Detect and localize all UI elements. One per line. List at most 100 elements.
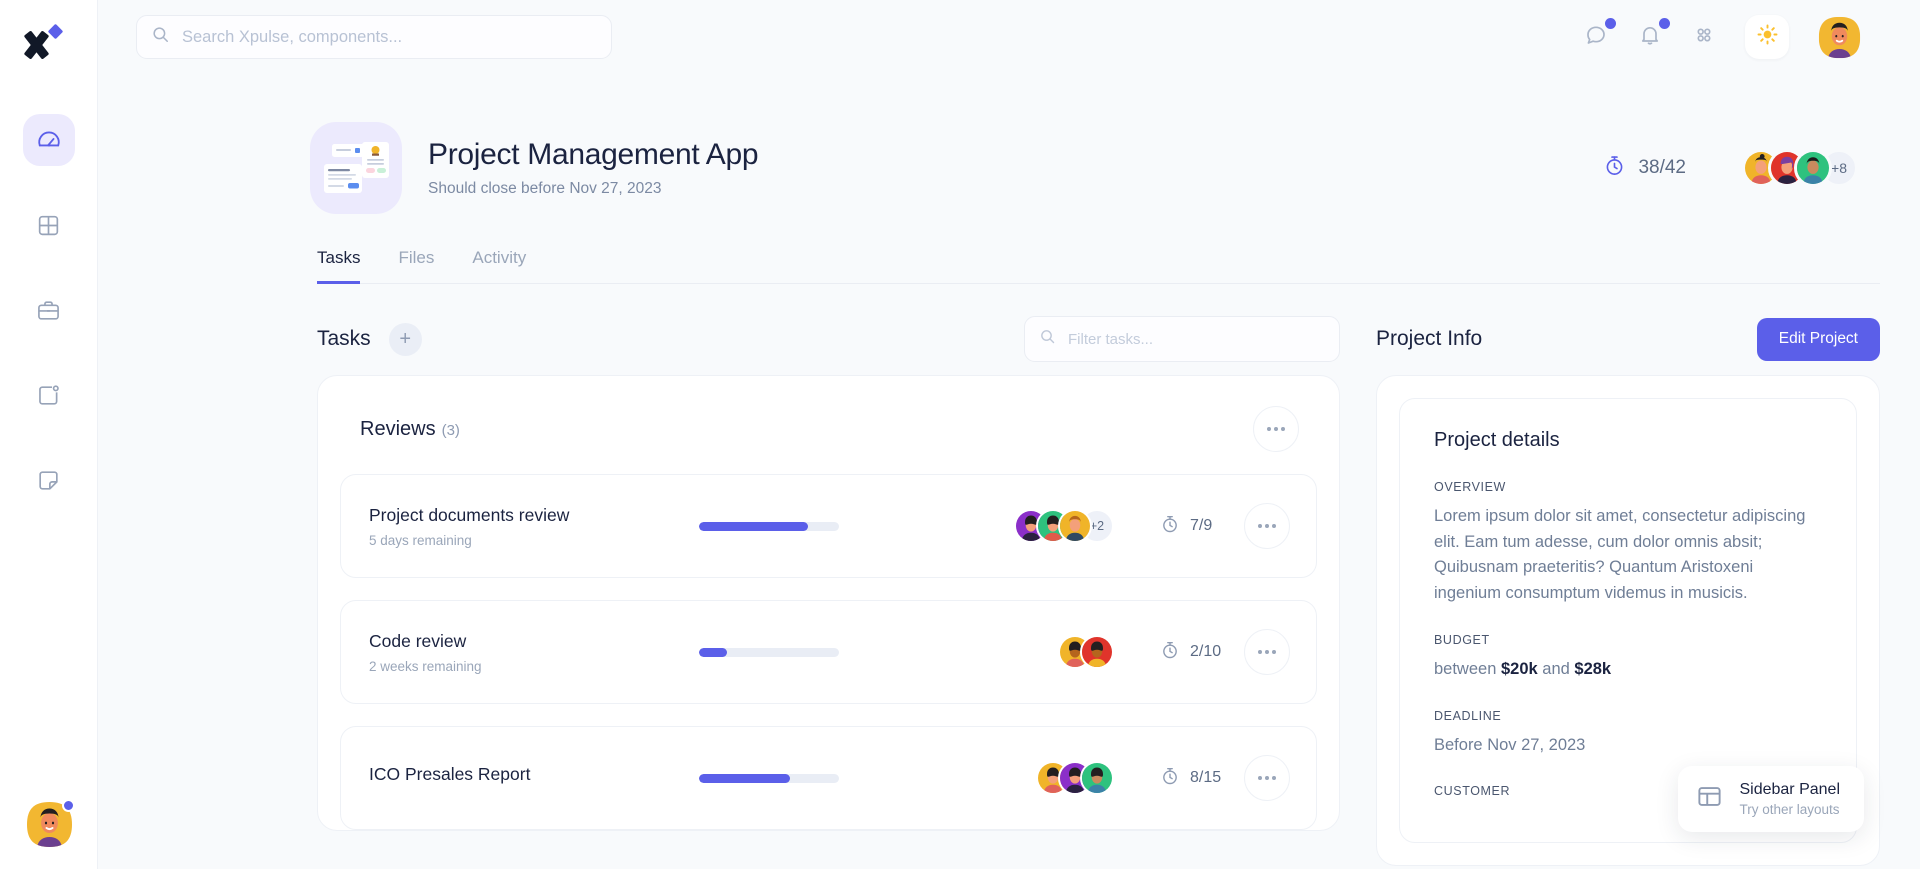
tasks-section-header: Tasks + bbox=[317, 317, 1340, 361]
tasks-title: Tasks bbox=[317, 327, 371, 351]
square-dot-icon bbox=[36, 383, 61, 408]
messages-button[interactable] bbox=[1583, 24, 1609, 50]
field-label: DEADLINE bbox=[1434, 709, 1822, 723]
task-title: Code review bbox=[369, 631, 699, 652]
task-menu-button[interactable] bbox=[1244, 503, 1290, 549]
apps-button[interactable] bbox=[1691, 24, 1717, 50]
sidebar bbox=[0, 0, 98, 869]
sidebar-item-dashboard[interactable] bbox=[23, 114, 75, 166]
filter-tasks[interactable] bbox=[1024, 316, 1340, 362]
task-count: 8/15 bbox=[1160, 766, 1234, 791]
field-deadline: DEADLINE Before Nov 27, 2023 bbox=[1434, 709, 1822, 759]
briefcase-icon bbox=[36, 298, 61, 323]
edit-project-button[interactable]: Edit Project bbox=[1757, 318, 1880, 361]
tasks-column: Tasks + Reviews (3) bbox=[317, 317, 1340, 866]
task-group-menu-button[interactable] bbox=[1253, 406, 1299, 452]
project-thumbnail bbox=[310, 122, 402, 214]
stopwatch-icon bbox=[1160, 766, 1180, 791]
field-label: BUDGET bbox=[1434, 633, 1822, 647]
task-count-value: 2/10 bbox=[1190, 643, 1221, 661]
dot bbox=[1272, 650, 1276, 654]
gauge-icon bbox=[36, 127, 62, 153]
project-header-meta: 38/42 bbox=[1603, 149, 1880, 187]
field-label: OVERVIEW bbox=[1434, 480, 1822, 494]
project-info-title: Project Info bbox=[1376, 327, 1482, 351]
dot bbox=[1258, 776, 1262, 780]
sticky-note-icon bbox=[36, 468, 61, 493]
task-group-panel: Reviews (3) Project documents review 5 da… bbox=[317, 375, 1340, 831]
tab-tasks[interactable]: Tasks bbox=[317, 248, 360, 284]
topbar-actions bbox=[1583, 15, 1880, 60]
field-value: between $20k and $28k bbox=[1434, 657, 1822, 683]
global-search[interactable] bbox=[136, 15, 612, 59]
sidebar-panel-icon bbox=[1696, 783, 1723, 815]
project-header: Project Management App Should close befo… bbox=[98, 74, 1920, 214]
task-progress-bar bbox=[699, 522, 839, 531]
theme-toggle-button[interactable] bbox=[1745, 15, 1789, 59]
stopwatch-icon bbox=[1160, 640, 1180, 665]
task-menu-button[interactable] bbox=[1244, 755, 1290, 801]
dot bbox=[1274, 427, 1278, 431]
messages-badge bbox=[1605, 18, 1616, 29]
apps-grid-icon bbox=[1693, 24, 1715, 51]
field-overview: OVERVIEW Lorem ipsum dolor sit amet, con… bbox=[1434, 480, 1822, 607]
sidebar-panel-toast[interactable]: Sidebar Panel Try other layouts bbox=[1678, 766, 1864, 832]
notifications-button[interactable] bbox=[1637, 24, 1663, 50]
dot bbox=[1267, 427, 1271, 431]
topbar bbox=[98, 0, 1920, 74]
task-info: ICO Presales Report bbox=[369, 764, 699, 792]
task-row[interactable]: ICO Presales Report bbox=[340, 726, 1317, 830]
task-progress-bar bbox=[699, 774, 839, 783]
dot bbox=[1281, 427, 1285, 431]
avatar[interactable] bbox=[1080, 761, 1114, 795]
chat-bubble-icon bbox=[1584, 23, 1608, 52]
tab-activity[interactable]: Activity bbox=[472, 248, 526, 284]
content-area: Tasks + Reviews (3) bbox=[98, 317, 1920, 866]
toast-subtitle: Try other layouts bbox=[1739, 802, 1840, 817]
sidebar-profile-avatar[interactable] bbox=[25, 800, 74, 849]
task-group-name: Reviews bbox=[360, 418, 436, 440]
sun-icon bbox=[1756, 23, 1779, 51]
task-group-count: (3) bbox=[442, 422, 460, 439]
project-progress-value: 38/42 bbox=[1638, 157, 1686, 179]
sidebar-item-projects[interactable] bbox=[23, 284, 75, 336]
notifications-badge bbox=[1659, 18, 1670, 29]
sidebar-item-boards[interactable] bbox=[23, 199, 75, 251]
search-input[interactable] bbox=[182, 28, 597, 47]
toast-title: Sidebar Panel bbox=[1739, 781, 1840, 799]
sidebar-item-notifications[interactable] bbox=[23, 369, 75, 421]
dot bbox=[1258, 524, 1262, 528]
task-count-value: 8/15 bbox=[1190, 769, 1221, 787]
dot bbox=[1272, 524, 1276, 528]
avatar[interactable] bbox=[1080, 635, 1114, 669]
task-info: Code review 2 weeks remaining bbox=[369, 631, 699, 674]
project-tabs: Tasks Files Activity bbox=[317, 248, 1880, 284]
main-area: Project Management App Should close befo… bbox=[98, 0, 1920, 869]
task-assignees bbox=[1058, 635, 1114, 669]
filter-tasks-input[interactable] bbox=[1068, 331, 1325, 348]
task-group-header: Reviews (3) bbox=[340, 398, 1317, 452]
xpulse-logo[interactable] bbox=[20, 16, 78, 74]
project-subtitle: Should close before Nov 27, 2023 bbox=[428, 180, 758, 198]
status-dot bbox=[62, 799, 75, 812]
toast-text: Sidebar Panel Try other layouts bbox=[1739, 781, 1840, 817]
task-row[interactable]: Code review 2 weeks remaining bbox=[340, 600, 1317, 704]
task-info: Project documents review 5 days remainin… bbox=[369, 505, 699, 548]
task-menu-button[interactable] bbox=[1244, 629, 1290, 675]
task-title: Project documents review bbox=[369, 505, 699, 526]
task-row[interactable]: Project documents review 5 days remainin… bbox=[340, 474, 1317, 578]
avatar[interactable] bbox=[1794, 149, 1832, 187]
add-task-button[interactable]: + bbox=[389, 323, 422, 356]
project-info-header: Project Info Edit Project bbox=[1376, 317, 1880, 361]
task-progress-fill bbox=[699, 648, 727, 657]
sidebar-nav bbox=[0, 114, 97, 506]
dot bbox=[1265, 650, 1269, 654]
task-progress-fill bbox=[699, 774, 790, 783]
field-value: Before Nov 27, 2023 bbox=[1434, 733, 1822, 759]
sidebar-item-notes[interactable] bbox=[23, 454, 75, 506]
task-subtitle: 5 days remaining bbox=[369, 533, 699, 548]
user-avatar[interactable] bbox=[1817, 15, 1862, 60]
tab-files[interactable]: Files bbox=[398, 248, 434, 284]
grid-icon bbox=[36, 213, 61, 238]
avatar[interactable] bbox=[1058, 509, 1092, 543]
